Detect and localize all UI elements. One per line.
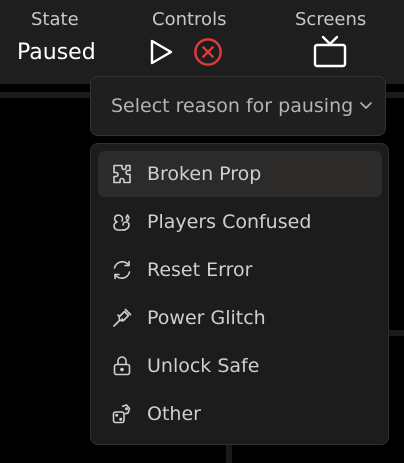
menu-item-label: Power Glitch [147,307,266,329]
screens-button[interactable] [312,35,348,68]
chevron-down-icon [359,101,373,111]
menu-item-players-confused[interactable]: Players Confused [98,199,382,245]
squirrel-icon [110,210,134,234]
play-button[interactable] [146,36,176,68]
close-circle-icon [194,38,222,66]
pause-reason-menu: Broken Prop Players Confused Reset Error [90,143,389,445]
top-bar: State Paused Controls Screens [0,0,404,84]
plug-icon [110,306,134,330]
play-icon [150,39,173,65]
tv-icon [313,35,347,68]
select-placeholder: Select reason for pausing [111,95,354,117]
menu-item-label: Broken Prop [147,163,262,185]
pause-reason-select[interactable]: Select reason for pausing [90,76,386,136]
state-value: Paused [17,40,96,65]
menu-item-reset-error[interactable]: Reset Error [98,247,382,293]
menu-item-label: Players Confused [147,211,312,233]
menu-item-power-glitch[interactable]: Power Glitch [98,295,382,341]
menu-item-broken-prop[interactable]: Broken Prop [98,151,382,197]
controls-header: Controls [152,9,227,30]
background-divider [226,445,232,463]
dice-icon [110,402,134,426]
puzzle-icon [110,162,134,186]
stop-button[interactable] [193,36,223,68]
menu-item-label: Other [147,403,201,425]
menu-item-other[interactable]: Other [98,391,382,437]
state-header: State [31,9,79,30]
lock-icon [110,354,134,378]
menu-item-label: Reset Error [147,259,253,281]
menu-item-label: Unlock Safe [147,355,260,377]
refresh-icon [110,258,134,282]
menu-item-unlock-safe[interactable]: Unlock Safe [98,343,382,389]
screens-header: Screens [295,9,367,30]
